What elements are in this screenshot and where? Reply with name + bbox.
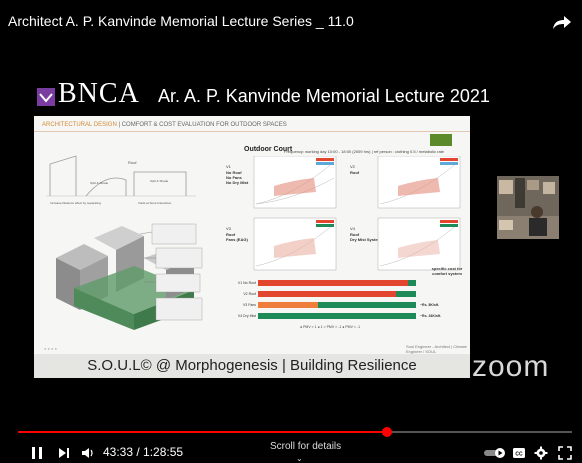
chart-label-q1-v: V1	[226, 164, 232, 169]
volume-icon[interactable]	[81, 446, 95, 460]
pause-icon[interactable]	[30, 446, 44, 460]
slide-top-logo	[430, 134, 452, 146]
bar-label-3: V3 Fans	[243, 303, 256, 307]
comfort-psychrometric-charts: V1 No Roof No Fans No Dry Mist V2 Roof V…	[226, 156, 461, 271]
sketch-label-roof: Roof	[128, 160, 137, 165]
sketch-label-split1: Split & Shade	[90, 181, 109, 185]
lecture-title: Ar. A. P. Kanvinde Memorial Lecture 2021	[158, 86, 490, 106]
chart-label-q1-c: No Dry Mist	[226, 180, 249, 185]
sketch-label-split2: Split & Shade	[150, 179, 169, 183]
share-arrow-icon[interactable]	[552, 12, 572, 32]
comfort-cost-bars: V1 No Roof V2 Roof V3 Fans V4 Dry Mist ~…	[238, 280, 441, 329]
captions-icon[interactable]: CC	[512, 447, 526, 459]
bar-label-2: V2 Roof	[243, 292, 256, 296]
bar-label-1: V1 No Roof	[238, 281, 256, 285]
bnca-logo-icon	[37, 88, 55, 106]
sketch-caption-right: Voids at Semi-Interaction	[138, 201, 172, 205]
chart-label-q4-v: V4	[350, 226, 356, 231]
bar-legend: ● PMV > 1 ● 1 > PMV > -1 ● PMV < -1	[300, 325, 360, 329]
outdoor-court-subtitle: Frequency: working day 10:00 - 18:00 (20…	[284, 149, 444, 154]
settings-icon[interactable]	[534, 446, 548, 460]
slide-footer-dots: ● ● ● ●	[44, 346, 57, 351]
slide-tagline-bar: S.O.U.L© @ Morphogenesis | Building Resi…	[34, 354, 470, 378]
next-icon[interactable]	[58, 447, 70, 459]
sketch-caption-left: Increase Distance effect by separating	[50, 201, 101, 205]
bar-label-4: V4 Dry Mist	[238, 314, 256, 318]
chart-label-q2-v: V2	[350, 164, 356, 169]
time-display: 43:33 / 1:28:55	[103, 445, 184, 459]
slide-footer-credit: Soul Engineer - Architect | Climate Engi…	[406, 344, 467, 354]
video-title[interactable]: Architect A. P. Kanvinde Memorial Lectur…	[8, 13, 354, 29]
presentation-slide: ARCHITECTURAL DESIGN | COMFORT & COST EV…	[34, 116, 470, 354]
chart-label-q3-v: V3	[226, 226, 232, 231]
fullscreen-icon[interactable]	[558, 446, 572, 460]
slide-heading-accent: ARCHITECTURAL DESIGN	[42, 122, 117, 128]
scroll-for-details-hint[interactable]: Scroll for details	[270, 441, 341, 452]
section-sketch: Roof Split & Shade Split & Shade Increas…	[46, 155, 196, 205]
bar-tail-4: ~Rs. 34K/sft.	[420, 314, 441, 318]
chart-label-q2-a: Roof	[350, 170, 360, 175]
svg-text:CC: CC	[515, 452, 523, 458]
chart-label-q3-b: Fans (EAG)	[226, 237, 248, 242]
bar-tail-3: ~Rs. 8K/sft.	[420, 303, 439, 307]
progress-played	[18, 431, 387, 433]
autoplay-toggle-icon[interactable]	[483, 447, 507, 459]
specific-cost-note: specific cost for comfort system	[431, 266, 463, 276]
speaker-video-thumbnail	[497, 176, 559, 239]
massing-3d-diagram	[56, 223, 203, 330]
progress-scrubber-handle[interactable]	[382, 427, 392, 437]
slide-divider	[34, 131, 470, 132]
bnca-org-name: BNCA	[58, 78, 140, 109]
slide-heading-rest: | COMFORT & COST EVALUATION FOR OUTDOOR …	[116, 122, 287, 128]
zoom-logo: zoom	[472, 350, 550, 383]
slide-section-heading: ARCHITECTURAL DESIGN | COMFORT & COST EV…	[42, 122, 287, 128]
